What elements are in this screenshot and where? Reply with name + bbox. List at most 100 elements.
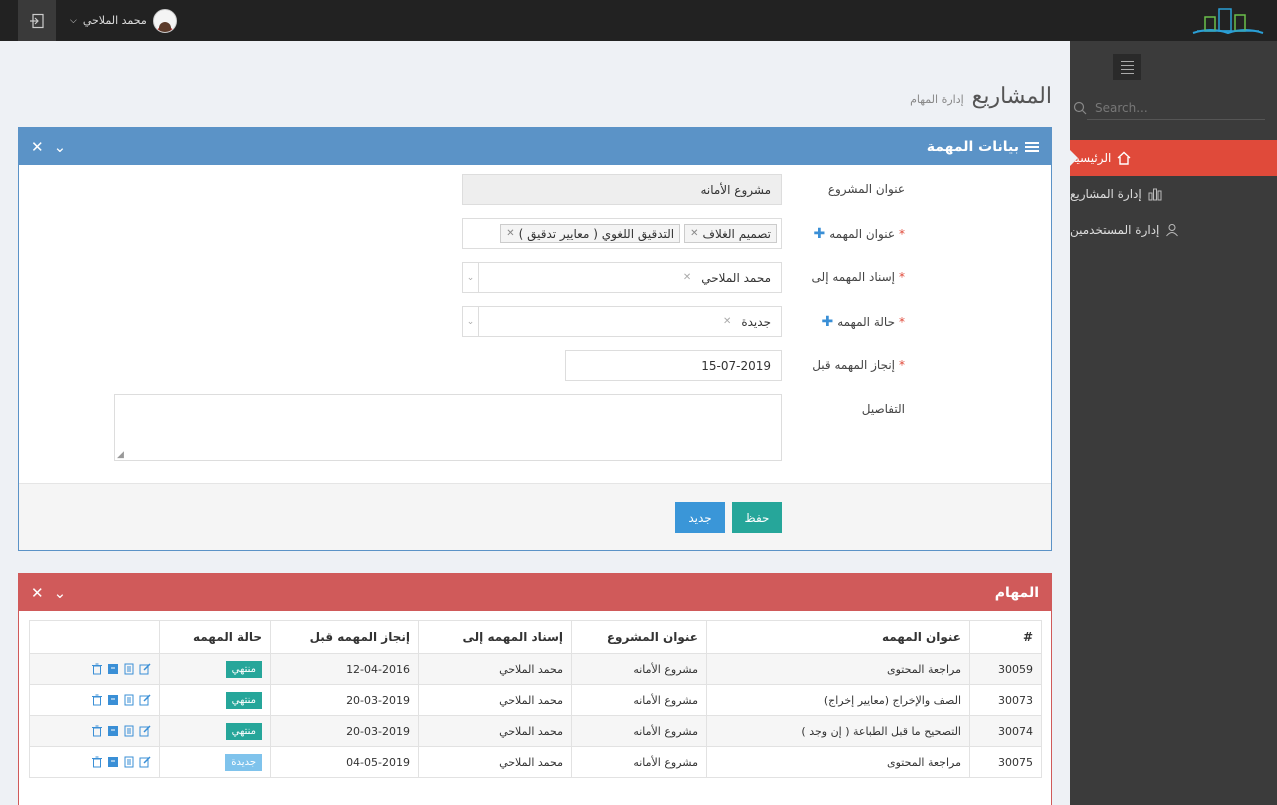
document-icon[interactable] bbox=[123, 725, 135, 737]
trash-icon[interactable] bbox=[91, 663, 103, 675]
close-icon[interactable]: ✕ bbox=[31, 584, 44, 602]
column-header[interactable]: إنجاز المهمه قبل bbox=[270, 620, 419, 654]
archive-icon[interactable] bbox=[107, 725, 119, 737]
sign-out-icon bbox=[30, 13, 44, 28]
trash-icon[interactable] bbox=[91, 725, 103, 737]
task-title-tags-field[interactable]: تصميم الغلاف ✕ التدقيق اللغوي ( معايير تد… bbox=[462, 218, 782, 249]
add-task-title-icon[interactable]: ✚ bbox=[813, 226, 825, 242]
clear-icon[interactable]: ✕ bbox=[683, 272, 691, 283]
cell-id: 30059 bbox=[969, 653, 1042, 685]
archive-icon[interactable] bbox=[107, 694, 119, 706]
sidebar: الرئيسية إدارة المشاريع إدارة المستخدمين bbox=[1070, 41, 1277, 805]
status-select[interactable]: جديدة ✕ ⌄ bbox=[462, 306, 782, 337]
cell-id: 30073 bbox=[969, 684, 1042, 716]
document-icon[interactable] bbox=[123, 756, 135, 768]
add-status-icon[interactable]: ✚ bbox=[821, 314, 833, 330]
table-header-row: # عنوان المهمه عنوان المشروع إسناد المهم… bbox=[29, 620, 1042, 654]
task-title-label: * عنوان المهمه ✚ bbox=[813, 226, 905, 242]
panel-tools: ✕ ⌄ bbox=[31, 584, 66, 602]
status-badge: منتهي bbox=[225, 722, 262, 740]
column-header[interactable]: # bbox=[969, 620, 1042, 654]
document-icon[interactable] bbox=[123, 694, 135, 706]
chevron-down-icon[interactable]: ⌄ bbox=[463, 307, 479, 336]
close-icon[interactable]: ✕ bbox=[31, 138, 44, 156]
status-badge: منتهي bbox=[225, 691, 262, 709]
required-mark: * bbox=[899, 227, 905, 241]
cell-actions bbox=[29, 746, 160, 778]
table-row[interactable]: 30059 مراجعة المحتوى مشروع الأمانه محمد … bbox=[29, 653, 1042, 685]
column-header bbox=[29, 620, 160, 654]
assignee-select[interactable]: محمد الملاحي ✕ ⌄ bbox=[462, 262, 782, 293]
details-textarea[interactable]: ◢ bbox=[114, 394, 782, 461]
project-label: عنوان المشروع bbox=[828, 182, 905, 196]
clear-icon[interactable]: ✕ bbox=[723, 316, 731, 327]
status-badge: جديدة bbox=[225, 753, 262, 771]
tag-chip: التدقيق اللغوي ( معايير تدقيق ) ✕ bbox=[500, 224, 681, 243]
tasks-panel: ✕ ⌄ المهام # عنوان المهمه عنوان المشروع … bbox=[18, 573, 1052, 805]
table-row[interactable]: 30074 التصحيح ما قبل الطباعة ( إن وجد ) … bbox=[29, 715, 1042, 747]
sidebar-item-projects[interactable]: إدارة المشاريع bbox=[1070, 176, 1277, 212]
collapse-icon[interactable]: ⌄ bbox=[54, 584, 67, 602]
user-icon bbox=[1166, 224, 1179, 237]
search-input[interactable] bbox=[1095, 100, 1245, 115]
tasks-header: ✕ ⌄ المهام bbox=[19, 574, 1051, 611]
cell-assignee: محمد الملاحي bbox=[418, 715, 572, 747]
logout-button[interactable] bbox=[18, 0, 56, 41]
save-button[interactable]: حفظ bbox=[732, 502, 782, 533]
collapse-icon[interactable]: ⌄ bbox=[54, 138, 67, 156]
due-date-label: * إنجاز المهمه قبل bbox=[812, 358, 905, 372]
panel-title-text: بيانات المهمة bbox=[926, 138, 1019, 155]
edit-icon[interactable] bbox=[139, 756, 151, 768]
tag-remove-icon[interactable]: ✕ bbox=[690, 228, 698, 239]
edit-icon[interactable] bbox=[139, 725, 151, 737]
sidebar-item-users[interactable]: إدارة المستخدمين bbox=[1070, 212, 1277, 248]
cell-assignee: محمد الملاحي bbox=[418, 684, 572, 716]
tag-remove-icon[interactable]: ✕ bbox=[506, 228, 514, 239]
project-value: مشروع الأمانه bbox=[700, 182, 771, 197]
cell-due: 20-03-2019 bbox=[270, 684, 419, 716]
cell-actions bbox=[29, 653, 160, 685]
cell-status: جديدة bbox=[159, 746, 271, 778]
status-label: * حالة المهمه ✚ bbox=[821, 314, 905, 330]
cell-assignee: محمد الملاحي bbox=[418, 746, 572, 778]
user-name: محمد الملاحي bbox=[82, 14, 147, 27]
panel-title: المهام bbox=[995, 585, 1039, 601]
archive-icon[interactable] bbox=[107, 756, 119, 768]
trash-icon[interactable] bbox=[91, 694, 103, 706]
logo bbox=[1192, 8, 1264, 35]
cell-due: 04-05-2019 bbox=[270, 746, 419, 778]
column-header[interactable]: إسناد المهمه إلى bbox=[418, 620, 572, 654]
chevron-down-icon[interactable]: ⌄ bbox=[463, 263, 479, 292]
assignee-value: محمد الملاحي bbox=[701, 270, 771, 285]
page-heading: المشاريع bbox=[971, 84, 1052, 109]
new-button[interactable]: جديد bbox=[675, 502, 725, 533]
trash-icon[interactable] bbox=[91, 756, 103, 768]
assignee-label: * إسناد المهمه إلى bbox=[812, 270, 905, 284]
resize-handle-icon[interactable]: ◢ bbox=[117, 450, 124, 460]
tag-chip: تصميم الغلاف ✕ bbox=[684, 224, 777, 243]
search-icon[interactable] bbox=[1073, 101, 1087, 115]
sidebar-item-home[interactable]: الرئيسية bbox=[1070, 140, 1277, 176]
due-label-text: إنجاز المهمه قبل bbox=[812, 358, 895, 372]
archive-icon[interactable] bbox=[107, 663, 119, 675]
column-header[interactable]: حالة المهمه bbox=[159, 620, 271, 654]
edit-icon[interactable] bbox=[139, 663, 151, 675]
project-field: مشروع الأمانه bbox=[462, 174, 782, 205]
sidebar-item-label: إدارة المشاريع bbox=[1070, 187, 1142, 201]
menu-toggle-button[interactable] bbox=[1113, 54, 1141, 80]
edit-icon[interactable] bbox=[139, 694, 151, 706]
document-icon[interactable] bbox=[123, 663, 135, 675]
user-menu[interactable]: ⌵ محمد الملاحي bbox=[70, 0, 177, 41]
table-row[interactable]: 30073 الصف والإخراج (معايير إخراج) مشروع… bbox=[29, 684, 1042, 716]
cell-actions bbox=[29, 684, 160, 716]
details-label-text: التفاصيل bbox=[861, 402, 905, 416]
table-row[interactable]: 30075 مراجعة المحتوى مشروع الأمانه محمد … bbox=[29, 746, 1042, 778]
cell-title: مراجعة المحتوى bbox=[706, 653, 970, 685]
cell-project: مشروع الأمانه bbox=[571, 746, 707, 778]
column-header[interactable]: عنوان المهمه bbox=[706, 620, 970, 654]
tag-label: التدقيق اللغوي ( معايير تدقيق ) bbox=[518, 226, 675, 241]
cell-assignee: محمد الملاحي bbox=[418, 653, 572, 685]
form-actions: حفظ جديد bbox=[19, 483, 1051, 550]
column-header[interactable]: عنوان المشروع bbox=[571, 620, 707, 654]
due-date-input[interactable]: 15-07-2019 bbox=[565, 350, 782, 381]
